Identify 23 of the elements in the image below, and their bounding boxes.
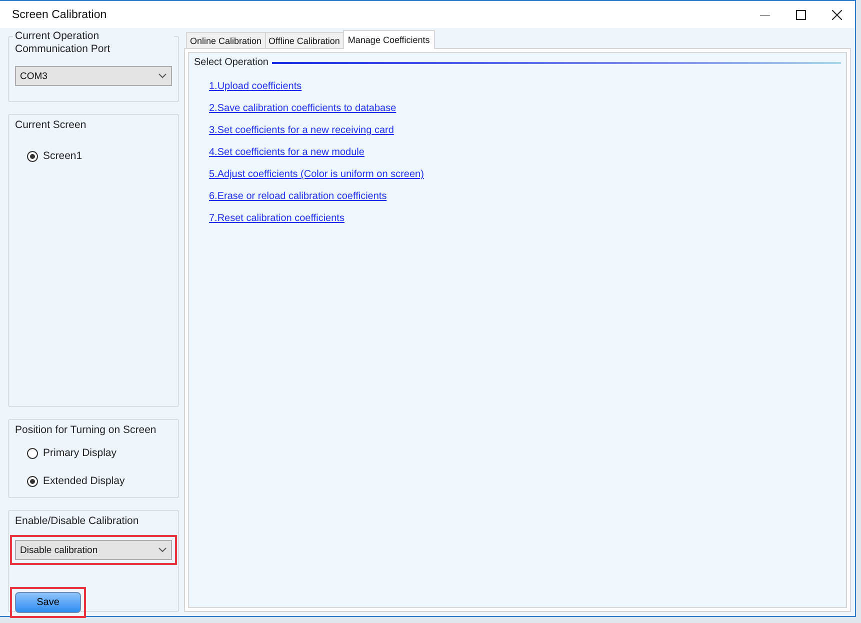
operation-link[interactable]: 4.Set coefficients for a new module	[209, 147, 364, 158]
operation-link[interactable]: 7.Reset calibration coefficients	[209, 213, 344, 224]
operation-link[interactable]: 1.Upload coefficients	[209, 81, 302, 92]
tab[interactable]: Online Calibration	[186, 32, 266, 48]
section-title: Select Operation	[194, 57, 268, 68]
save-button[interactable]: Save	[15, 592, 81, 613]
radio-option[interactable]: Screen1	[27, 150, 172, 162]
chevron-down-icon	[158, 73, 167, 79]
radio-option[interactable]: Primary Display	[27, 447, 172, 459]
tab[interactable]: Offline Calibration	[264, 32, 344, 48]
maximize-icon	[796, 10, 806, 20]
tab[interactable]: Manage Coefficients	[342, 30, 435, 49]
operation-link[interactable]: 5.Adjust coefficients (Color is uniform on screen)	[209, 169, 424, 180]
chevron-down-icon	[158, 547, 167, 553]
dropdown[interactable]: Disable calibration	[15, 540, 172, 560]
dropdown[interactable]: COM3	[15, 66, 172, 86]
window-title: Screen Calibration	[12, 8, 108, 20]
close-icon	[832, 10, 842, 20]
group-title: Position for Turning on Screen	[13, 424, 158, 437]
operation-link[interactable]: 3.Set coefficients for a new receiving card	[209, 125, 394, 136]
radio-option[interactable]: Extended Display	[27, 475, 172, 487]
operation-link[interactable]: 2.Save calibration coefficients to database	[209, 103, 396, 114]
operation-link[interactable]: 6.Erase or reload calibration coefficients	[209, 191, 387, 202]
